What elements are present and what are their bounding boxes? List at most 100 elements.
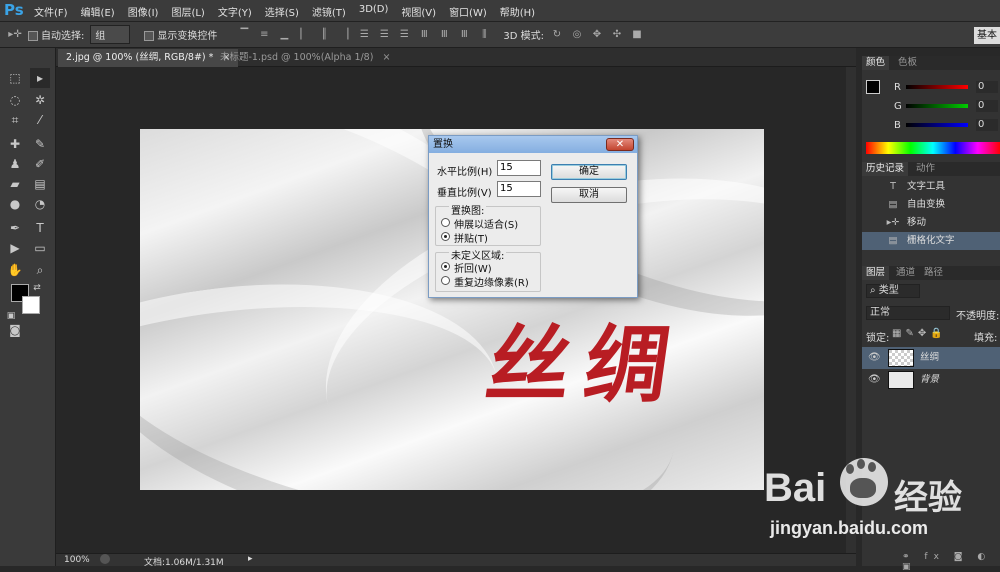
history-item-selected[interactable]: ▤ 栅格化文字: [862, 232, 1000, 250]
3d-scale-icon[interactable]: ■: [630, 29, 644, 41]
vertical-scale-input[interactable]: 15: [497, 181, 541, 197]
repeat-edge-radio[interactable]: [441, 276, 450, 285]
color-spectrum[interactable]: [866, 142, 1000, 154]
align-vcenter-icon[interactable]: ≡: [257, 29, 271, 41]
menu-edit[interactable]: 编辑(E): [81, 4, 115, 19]
auto-select-checkbox[interactable]: 自动选择:: [28, 27, 84, 42]
red-slider[interactable]: R 0: [894, 81, 1000, 96]
blue-value[interactable]: 0: [976, 119, 998, 131]
zoom-tool-icon[interactable]: ⌕: [30, 260, 50, 280]
gradient-tool-icon[interactable]: ▤: [30, 174, 50, 194]
swap-colors-icon[interactable]: ⇄: [30, 278, 44, 298]
layer-row-selected[interactable]: 👁 丝绸: [862, 347, 1000, 369]
3d-pan-icon[interactable]: ✥: [590, 29, 604, 41]
auto-align-icon[interactable]: ⫼: [477, 29, 491, 41]
align-left-icon[interactable]: ▏: [297, 29, 311, 41]
path-select-icon[interactable]: ▶: [5, 238, 25, 258]
history-item[interactable]: T 文字工具: [862, 178, 1000, 196]
wrap-around-radio[interactable]: [441, 262, 450, 271]
menu-layer[interactable]: 图层(L): [171, 4, 204, 19]
distribute-vcenter-icon[interactable]: ☰: [377, 29, 391, 41]
distribute-bottom-icon[interactable]: ☰: [397, 29, 411, 41]
brush-tool-icon[interactable]: ✎: [30, 134, 50, 154]
history-item[interactable]: ▸✛ 移动: [862, 214, 1000, 232]
close-tab-icon[interactable]: ×: [382, 52, 390, 63]
wrap-around-label[interactable]: 折回(W): [454, 260, 492, 275]
distribute-hcenter-icon[interactable]: Ⅲ: [437, 29, 451, 41]
3d-rotate-icon[interactable]: ↻: [550, 29, 564, 41]
menu-window[interactable]: 窗口(W): [449, 4, 487, 19]
green-slider[interactable]: G 0: [894, 100, 1000, 115]
hand-tool-icon[interactable]: ✋: [5, 260, 25, 280]
menu-3d[interactable]: 3D(D): [359, 4, 389, 19]
menu-select[interactable]: 选择(S): [265, 4, 299, 19]
history-brush-icon[interactable]: ✐: [30, 154, 50, 174]
layer-filter-dropdown[interactable]: ⌕ 类型: [866, 284, 920, 298]
distribute-right-icon[interactable]: Ⅲ: [457, 29, 471, 41]
tab-swatches[interactable]: 色板: [894, 56, 921, 70]
distribute-top-icon[interactable]: ☰: [357, 29, 371, 41]
menu-type[interactable]: 文字(Y): [218, 4, 252, 19]
eraser-icon[interactable]: ▰: [5, 174, 25, 194]
align-right-icon[interactable]: ▕: [337, 29, 351, 41]
type-tool-icon[interactable]: T: [30, 218, 50, 238]
quick-mask-icon[interactable]: ◙: [5, 320, 25, 340]
menu-filter[interactable]: 滤镜(T): [312, 4, 346, 19]
auto-select-dropdown[interactable]: 组: [90, 25, 131, 44]
stretch-to-fit-radio[interactable]: [441, 218, 450, 227]
menu-help[interactable]: 帮助(H): [500, 4, 535, 19]
clone-stamp-icon[interactable]: ♟: [5, 154, 25, 174]
move-tool-icon[interactable]: ▸: [30, 68, 50, 88]
eye-icon[interactable]: 👁: [868, 347, 881, 369]
tab-actions[interactable]: 动作: [912, 162, 939, 176]
eye-icon[interactable]: 👁: [868, 369, 881, 391]
stretch-to-fit-label[interactable]: 伸展以适合(S): [454, 216, 518, 231]
distribute-left-icon[interactable]: Ⅲ: [417, 29, 431, 41]
tab-history[interactable]: 历史记录: [862, 162, 909, 176]
3d-roll-icon[interactable]: ◎: [570, 29, 584, 41]
zoom-level[interactable]: 100%: [64, 555, 90, 565]
background-color-swatch[interactable]: [22, 296, 40, 314]
layer-actions-bar[interactable]: ⚭ fx ◙ ◐ ▣: [902, 552, 1000, 572]
menu-image[interactable]: 图像(I): [128, 4, 159, 19]
healing-brush-icon[interactable]: ✚: [5, 134, 25, 154]
layer-row[interactable]: 👁 背景: [862, 369, 1000, 391]
tab-untitled-psd[interactable]: 未标题-1.psd @ 100%(Alpha 1/8) ×: [212, 49, 398, 67]
eyedropper-icon[interactable]: ⁄: [30, 110, 50, 130]
blue-slider[interactable]: B 0: [894, 119, 1000, 134]
3d-slide-icon[interactable]: ✣: [610, 29, 624, 41]
menu-file[interactable]: 文件(F): [34, 4, 68, 19]
blur-tool-icon[interactable]: ●: [5, 194, 25, 214]
pen-tool-icon[interactable]: ✒: [5, 218, 25, 238]
magic-wand-icon[interactable]: ✲: [30, 90, 50, 110]
tile-radio[interactable]: [441, 232, 450, 241]
ok-button[interactable]: 确定: [551, 164, 627, 180]
close-icon[interactable]: ✕: [606, 138, 634, 151]
menu-view[interactable]: 视图(V): [401, 4, 436, 19]
blend-mode-dropdown[interactable]: 正常: [866, 306, 950, 320]
green-value[interactable]: 0: [976, 100, 998, 112]
tile-label[interactable]: 拼贴(T): [454, 230, 488, 245]
rectangle-tool-icon[interactable]: ▭: [30, 238, 50, 258]
cancel-button[interactable]: 取消: [551, 187, 627, 203]
status-arrow-icon[interactable]: ▸: [248, 554, 253, 564]
crop-tool-icon[interactable]: ⌗: [5, 110, 25, 130]
tab-paths[interactable]: 路径: [920, 266, 947, 280]
tab-layers[interactable]: 图层: [862, 266, 890, 280]
red-value[interactable]: 0: [976, 81, 998, 93]
fg-color-chip[interactable]: [866, 80, 880, 94]
repeat-edge-label[interactable]: 重复边缘像素(R): [454, 274, 529, 289]
horizontal-scale-input[interactable]: 15: [497, 160, 541, 176]
lasso-tool-icon[interactable]: ◌: [5, 90, 25, 110]
status-info-icon[interactable]: [100, 554, 110, 564]
align-hcenter-icon[interactable]: ║: [317, 29, 331, 41]
align-bottom-icon[interactable]: ▁: [277, 29, 291, 41]
tab-channels[interactable]: 通道: [892, 266, 919, 280]
dodge-tool-icon[interactable]: ◔: [30, 194, 50, 214]
marquee-tool-icon[interactable]: ⬚: [5, 68, 25, 88]
tab-color[interactable]: 颜色: [862, 56, 890, 70]
workspace-button[interactable]: 基本: [974, 27, 1000, 44]
move-tool-preset-icon[interactable]: ▸✛: [8, 29, 22, 41]
show-transform-checkbox[interactable]: 显示变换控件: [144, 27, 217, 42]
history-item[interactable]: ▤ 自由变换: [862, 196, 1000, 214]
